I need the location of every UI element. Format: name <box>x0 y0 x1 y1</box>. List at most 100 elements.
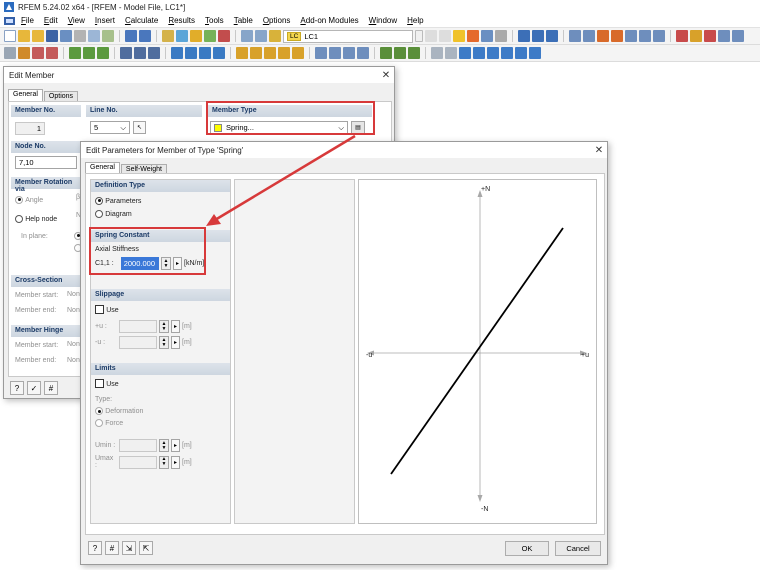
deformation-radio[interactable] <box>95 407 103 416</box>
zoom-icon[interactable] <box>718 30 730 42</box>
section-icon[interactable] <box>120 47 132 59</box>
pick-line-icon[interactable]: ↖ <box>133 121 146 134</box>
section-view-icon[interactable] <box>343 47 355 59</box>
cancel-button[interactable]: Cancel <box>555 541 601 556</box>
spring-constant-stepper[interactable]: ▲ ▼ <box>161 257 171 270</box>
member-icon[interactable] <box>18 47 30 59</box>
menu-insert[interactable]: Insert <box>95 16 115 25</box>
menu-add-on-modules[interactable]: Add-on Modules <box>300 16 358 25</box>
definition-parameters-option[interactable]: Parameters <box>95 196 230 205</box>
parameters-radio[interactable] <box>95 196 103 205</box>
check-icon[interactable] <box>380 47 392 59</box>
wire-icon[interactable] <box>625 30 637 42</box>
scale-icon[interactable] <box>445 47 457 59</box>
calculate-icon[interactable] <box>218 30 230 42</box>
report-icon[interactable] <box>529 47 541 59</box>
imposed-icon[interactable] <box>292 47 304 59</box>
view-2-icon[interactable] <box>532 30 544 42</box>
stepper-down-icon[interactable]: ▼ <box>162 462 167 467</box>
stepper-down-icon[interactable]: ▼ <box>162 326 167 332</box>
spring-icon[interactable] <box>97 47 109 59</box>
previous-load-case-icon[interactable] <box>425 30 437 42</box>
edit-member-type-button[interactable]: ▤ <box>351 121 365 134</box>
document-menu-icon[interactable] <box>4 16 15 26</box>
menu-window[interactable]: Window <box>369 16 397 25</box>
search-icon[interactable] <box>176 30 188 42</box>
mesh-icon[interactable] <box>315 47 327 59</box>
hinge-start-value[interactable]: Non <box>67 341 80 348</box>
model-data-icon[interactable] <box>162 30 174 42</box>
umin-arrow-button[interactable]: ▸ <box>171 439 180 453</box>
rotation-help-node-option[interactable]: Help node <box>15 214 81 223</box>
result-member-icon[interactable] <box>329 47 341 59</box>
load-case-combo[interactable]: LC LC1 <box>283 29 413 43</box>
animation-icon[interactable] <box>459 47 471 59</box>
undo-icon[interactable] <box>125 30 137 42</box>
help-icon[interactable]: ? <box>10 381 24 395</box>
view-icon[interactable] <box>653 30 665 42</box>
menu-table[interactable]: Table <box>234 16 253 25</box>
tab-options[interactable]: Options <box>43 91 79 101</box>
menu-tools[interactable]: Tools <box>205 16 224 25</box>
cut-icon[interactable] <box>357 47 369 59</box>
slippage-use-checkbox[interactable] <box>95 305 104 315</box>
view-3-icon[interactable] <box>546 30 558 42</box>
measure-icon[interactable] <box>676 30 688 42</box>
dimension-icon[interactable] <box>690 30 702 42</box>
save-all-icon[interactable] <box>60 30 72 42</box>
close-icon[interactable]: ✕ <box>378 70 394 81</box>
member-type-select[interactable]: Spring... ⌵ <box>210 121 348 134</box>
open-folder-icon[interactable] <box>18 30 30 42</box>
cs-end-value[interactable]: Non <box>67 307 80 314</box>
units-icon[interactable]: # <box>105 541 119 555</box>
loads-icon[interactable] <box>190 30 202 42</box>
chevron-down-icon[interactable] <box>415 30 423 42</box>
solid-model-icon[interactable] <box>185 47 197 59</box>
results-icon[interactable] <box>204 30 216 42</box>
help-node-radio[interactable] <box>15 214 23 223</box>
limits-use-option[interactable]: Use <box>95 379 230 389</box>
hinge-end-value[interactable]: Non <box>67 357 80 364</box>
cs-start-value[interactable]: Non <box>67 291 80 298</box>
opening-icon[interactable] <box>199 47 211 59</box>
set-icon[interactable] <box>213 47 225 59</box>
rotation-angle-option[interactable]: Angle <box>15 195 81 204</box>
menu-view[interactable]: View <box>68 16 85 25</box>
line-no-select[interactable]: 5 ⌵ <box>90 121 130 134</box>
zoom-all-icon[interactable] <box>732 30 744 42</box>
menu-results[interactable]: Results <box>168 16 195 25</box>
isosurface-icon[interactable] <box>487 47 499 59</box>
spring-constant-arrow-button[interactable]: ▸ <box>173 257 182 270</box>
umax-arrow-button[interactable]: ▸ <box>171 455 180 469</box>
stepper-down-icon[interactable]: ▼ <box>164 263 169 269</box>
save-icon[interactable] <box>46 30 58 42</box>
slippage-neg-input[interactable] <box>119 336 157 350</box>
menu-options[interactable]: Options <box>263 16 291 25</box>
spring-constant-input[interactable]: 2000.000 <box>121 257 159 270</box>
limits-use-checkbox[interactable] <box>95 379 104 389</box>
free-load-icon[interactable] <box>278 47 290 59</box>
diagram-radio[interactable] <box>95 209 103 218</box>
angle-radio[interactable] <box>15 195 23 204</box>
limits-deformation-option[interactable]: Deformation <box>95 406 230 415</box>
import-icon[interactable]: ⇲ <box>122 541 136 555</box>
table-icon[interactable] <box>241 30 253 42</box>
display-icon[interactable] <box>481 30 493 42</box>
units-icon[interactable] <box>431 47 443 59</box>
slippage-pos-stepper[interactable]: ▲ ▼ <box>159 320 169 334</box>
legend-icon[interactable] <box>515 47 527 59</box>
design-icon[interactable] <box>408 47 420 59</box>
umax-stepper[interactable]: ▲ ▼ <box>159 455 169 469</box>
load-case-icon[interactable] <box>269 30 281 42</box>
umin-stepper[interactable]: ▲ ▼ <box>159 439 169 453</box>
surface-icon[interactable] <box>171 47 183 59</box>
slippage-pos-arrow-button[interactable]: ▸ <box>171 320 180 334</box>
solid-icon[interactable] <box>611 30 623 42</box>
stepper-down-icon[interactable]: ▼ <box>162 342 167 348</box>
member-load-icon[interactable] <box>250 47 262 59</box>
filter-icon[interactable] <box>639 30 651 42</box>
ok-button[interactable]: OK <box>505 541 549 556</box>
settings-icon[interactable] <box>495 30 507 42</box>
select-icon[interactable] <box>4 47 16 59</box>
help-icon[interactable]: ? <box>88 541 102 555</box>
